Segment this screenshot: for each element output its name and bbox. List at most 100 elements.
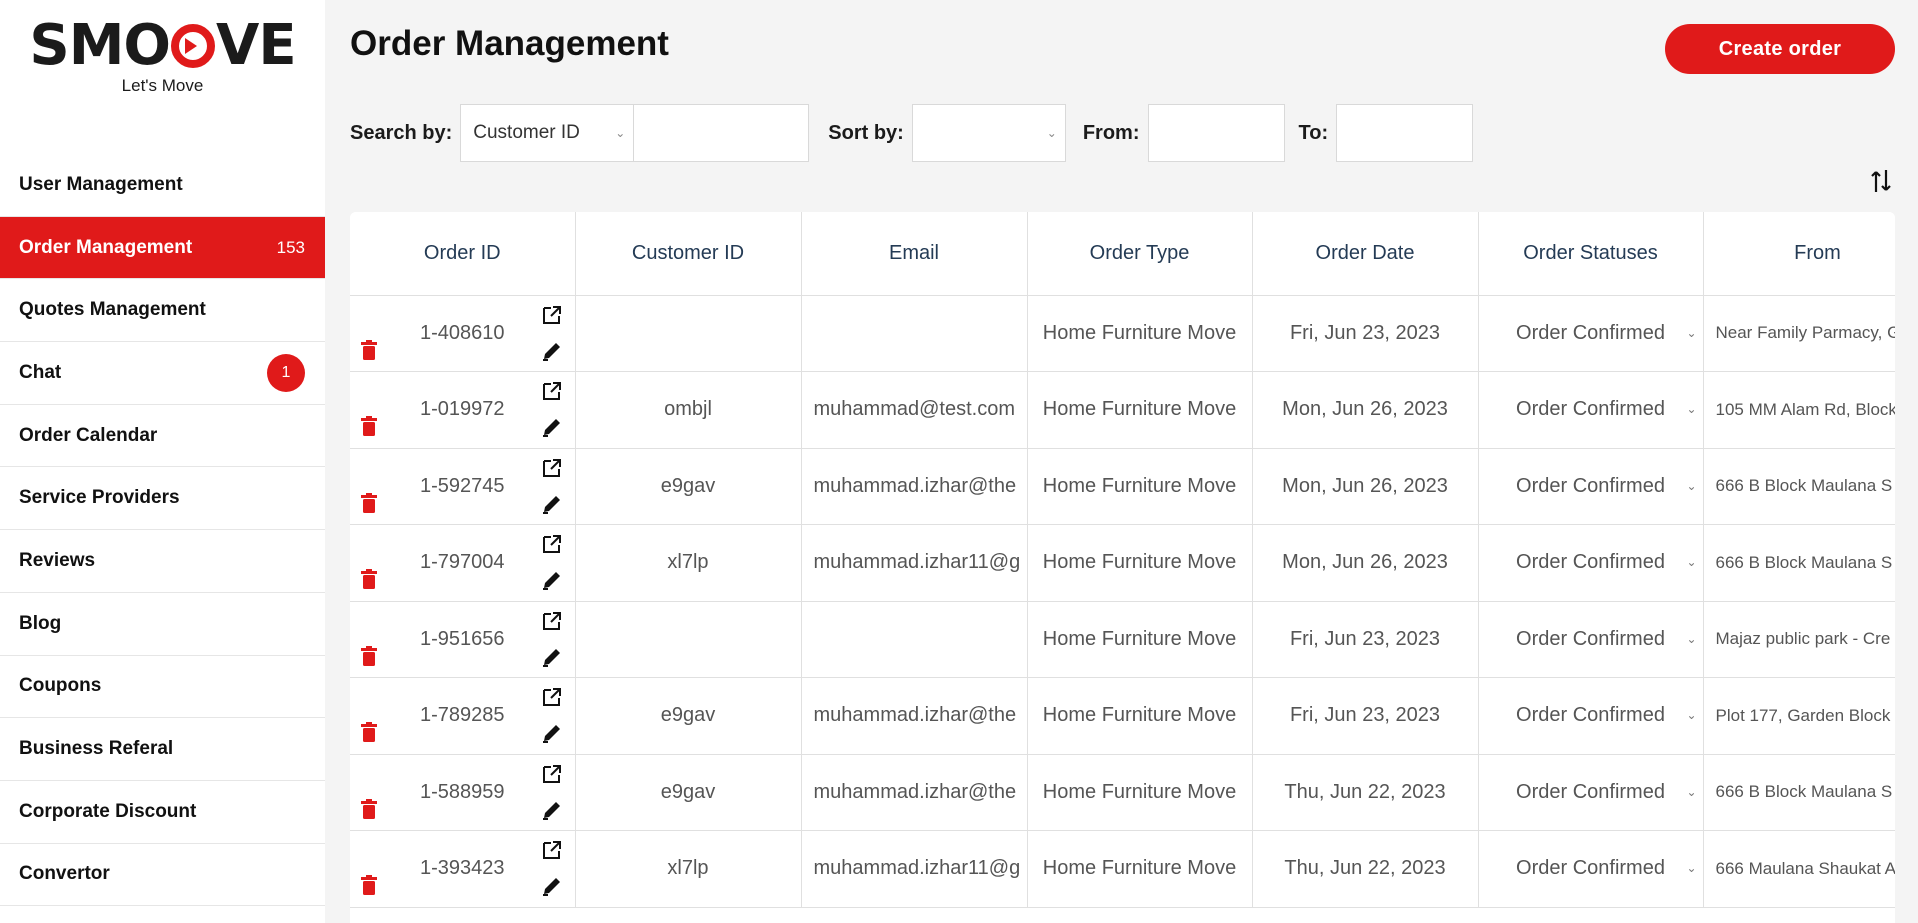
sidebar-item-blog[interactable]: Blog	[0, 593, 325, 656]
order-id-cell: 1-797004	[350, 524, 576, 602]
sidebar-item-order-calendar[interactable]: Order Calendar	[0, 405, 325, 468]
sidebar-item-label: Order Management	[19, 236, 193, 258]
delete-icon[interactable]	[360, 492, 378, 513]
from-address-cell: 666 B Block Maulana S	[1703, 448, 1895, 525]
to-date-input[interactable]	[1336, 104, 1474, 162]
logo[interactable]: SMO VE Let's Move	[0, 0, 325, 140]
sidebar-item-quotes-management[interactable]: Quotes Management	[0, 279, 325, 343]
search-by-label: Search by:	[350, 121, 453, 144]
sidebar-item-convertor[interactable]: Convertor	[0, 844, 325, 907]
open-external-icon[interactable]	[541, 380, 563, 402]
sidebar-item-service-providers[interactable]: Service Providers	[0, 467, 325, 531]
chevron-down-icon: ⌄	[1686, 631, 1697, 646]
delete-icon[interactable]	[360, 798, 378, 819]
from-address-cell: 105 MM Alam Rd, Block	[1703, 371, 1895, 449]
sidebar-item-label: Reviews	[19, 549, 96, 571]
table-row[interactable]: 1-592745 e9gav muhammad.izhar@the Home Furn…	[350, 448, 1895, 525]
order-status-select[interactable]: Order Confirmed ⌄	[1478, 830, 1704, 908]
customer-id-cell: xl7lp	[575, 830, 802, 908]
open-external-icon[interactable]	[541, 533, 563, 555]
search-field-select[interactable]: Customer ID ⌄	[460, 104, 635, 162]
sidebar-item-label: User Management	[19, 173, 183, 195]
table-row[interactable]: 1-019972 ombjl muhammad@test.com Home Furni…	[350, 371, 1895, 449]
chevron-down-icon: ⌄	[1686, 708, 1697, 722]
order-status-select[interactable]: Order Confirmed ⌄	[1478, 295, 1704, 372]
unread-badge: 1	[267, 353, 305, 392]
delete-icon[interactable]	[360, 722, 378, 742]
table-row[interactable]: 1-789285 e9gav muhammad.izhar@the Home Furn…	[350, 677, 1895, 755]
edit-pencil-icon[interactable]	[541, 875, 563, 897]
edit-pencil-icon[interactable]	[541, 799, 563, 821]
sort-toggle-icon[interactable]	[1870, 168, 1892, 200]
edit-pencil-icon[interactable]	[541, 646, 563, 668]
sidebar-item-user-management[interactable]: User Management	[0, 154, 325, 217]
order-status-select[interactable]: Order Confirmed ⌄	[1478, 448, 1704, 525]
sidebar-item-business-referal[interactable]: Business Referal	[0, 718, 325, 781]
orders-table: Order ID Customer ID Email Order Type Order …	[350, 212, 1895, 908]
open-external-icon[interactable]	[541, 457, 563, 479]
orders-table-container[interactable]: Order ID Customer ID Email Order Type Order …	[350, 212, 1895, 923]
sidebar-item-coupons[interactable]: Coupons	[0, 656, 325, 719]
column-header-customer-id[interactable]: Customer ID	[575, 212, 802, 296]
column-header-order-id[interactable]: Order ID	[350, 212, 576, 296]
delete-icon[interactable]	[360, 875, 378, 895]
order-type-cell: Home Furniture Move	[1027, 295, 1253, 372]
sidebar-item-reviews[interactable]: Reviews	[0, 530, 325, 593]
table-row[interactable]: 1-588959 e9gav muhammad.izhar@the Home Furn…	[350, 754, 1895, 831]
customer-id-cell	[575, 601, 802, 678]
order-status-value: Order Confirmed	[1516, 398, 1665, 421]
delete-icon[interactable]	[360, 339, 378, 360]
edit-pencil-icon[interactable]	[541, 722, 563, 744]
sidebar-item-chat[interactable]: Chat 1	[0, 342, 325, 405]
search-input[interactable]	[633, 104, 810, 162]
open-external-icon[interactable]	[541, 304, 563, 326]
column-header-from[interactable]: From	[1703, 212, 1895, 296]
table-row[interactable]: 1-408610 Home Furniture Move Fri, Jun 23, …	[350, 295, 1895, 372]
sort-select[interactable]: ⌄	[911, 104, 1066, 162]
column-header-order-statuses[interactable]: Order Statuses	[1478, 212, 1704, 296]
table-row[interactable]: 1-951656 Home Furniture Move Fri, Jun 23, …	[350, 601, 1895, 678]
order-status-value: Order Confirmed	[1516, 551, 1665, 574]
from-date-input[interactable]	[1147, 104, 1285, 162]
edit-pencil-icon[interactable]	[541, 493, 563, 515]
edit-pencil-icon[interactable]	[541, 340, 563, 362]
email-cell	[801, 601, 1028, 678]
chevron-down-icon: ⌄	[615, 126, 626, 140]
column-header-order-date[interactable]: Order Date	[1252, 212, 1479, 296]
order-id: 1-797004	[419, 551, 505, 574]
open-external-icon[interactable]	[541, 610, 563, 632]
table-row[interactable]: 1-797004 xl7lp muhammad.izhar11@g Home Furn…	[350, 524, 1895, 602]
chevron-down-icon: ⌄	[1046, 126, 1057, 140]
email-cell: muhammad.izhar@the	[801, 754, 1028, 831]
search-field-value: Customer ID	[473, 122, 580, 143]
sidebar-item-corporate-discount[interactable]: Corporate Discount	[0, 781, 325, 844]
delete-icon[interactable]	[360, 416, 378, 436]
order-date-cell: Thu, Jun 22, 2023	[1252, 830, 1479, 908]
column-header-email[interactable]: Email	[801, 212, 1028, 296]
order-id: 1-592745	[419, 474, 505, 497]
order-status-select[interactable]: Order Confirmed ⌄	[1478, 371, 1704, 449]
sidebar-item-order-management[interactable]: Order Management 153	[0, 216, 325, 280]
order-date-cell: Fri, Jun 23, 2023	[1252, 677, 1479, 755]
open-external-icon[interactable]	[541, 686, 563, 708]
logo-tagline: Let's Move	[121, 76, 204, 95]
delete-icon[interactable]	[360, 569, 378, 589]
email-cell	[801, 295, 1028, 372]
from-address-cell: Near Family Parmacy, G	[1703, 295, 1895, 372]
edit-pencil-icon[interactable]	[541, 569, 563, 591]
create-order-button[interactable]: Create order	[1665, 24, 1895, 74]
sidebar-item-label: Corporate Discount	[19, 800, 197, 822]
open-external-icon[interactable]	[541, 839, 563, 861]
order-id: 1-951656	[419, 627, 505, 650]
delete-icon[interactable]	[360, 645, 378, 666]
order-status-select[interactable]: Order Confirmed ⌄	[1478, 524, 1704, 602]
open-external-icon[interactable]	[541, 763, 563, 785]
order-status-select[interactable]: Order Confirmed ⌄	[1478, 677, 1704, 755]
order-count: 153	[276, 237, 305, 257]
order-status-select[interactable]: Order Confirmed ⌄	[1478, 601, 1704, 678]
logo-arrow-icon	[171, 24, 216, 68]
order-status-select[interactable]: Order Confirmed ⌄	[1478, 754, 1704, 831]
edit-pencil-icon[interactable]	[541, 416, 563, 438]
column-header-order-type[interactable]: Order Type	[1027, 212, 1253, 296]
table-row[interactable]: 1-393423 xl7lp muhammad.izhar11@g Home Furn…	[350, 830, 1895, 908]
